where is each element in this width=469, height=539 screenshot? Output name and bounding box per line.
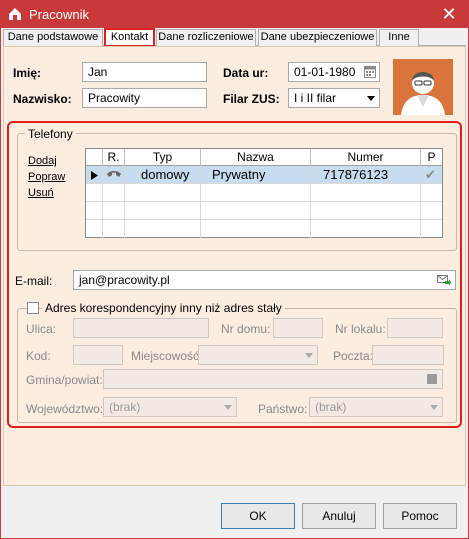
table-row[interactable] <box>86 220 442 238</box>
gmina-field[interactable] <box>103 369 443 389</box>
nazwisko-label: Nazwisko: <box>13 92 72 106</box>
chevron-down-icon <box>305 353 313 358</box>
wojewodztwo-value: (brak) <box>109 400 141 414</box>
tab-inne[interactable]: Inne <box>379 29 419 46</box>
kod-label: Kod: <box>26 349 51 363</box>
avatar <box>393 59 453 115</box>
ulica-field[interactable] <box>73 318 209 338</box>
email-label: E-mail: <box>15 274 53 288</box>
gmina-label: Gmina/powiat: <box>26 373 103 387</box>
table-row[interactable]: domowy Prywatny 717876123 ✔ <box>86 166 442 184</box>
miejscowosc-select[interactable] <box>198 345 318 365</box>
chevron-down-icon <box>430 405 438 410</box>
panstwo-select[interactable]: (brak) <box>309 397 443 417</box>
wojewodztwo-select[interactable]: (brak) <box>103 397 237 417</box>
row-pointer-icon <box>91 171 98 180</box>
col-header-p[interactable]: P <box>421 149 442 166</box>
cell-numer: 717876123 <box>323 167 389 182</box>
column-divider <box>124 166 125 238</box>
table-row[interactable] <box>86 184 442 202</box>
tab-bar: Dane podstawowe Kontakt Dane rozliczenio… <box>3 28 466 47</box>
ulica-label: Ulica: <box>26 322 57 336</box>
panstwo-label: Państwo: <box>258 402 308 416</box>
check-icon: ✔ <box>425 167 436 182</box>
wojewodztwo-label: Województwo: <box>26 402 104 416</box>
calendar-icon[interactable] <box>364 66 376 78</box>
email-value: jan@pracowity.pl <box>79 273 170 287</box>
phone-icon <box>107 171 121 177</box>
kod-field[interactable] <box>73 345 123 365</box>
column-divider <box>420 166 421 238</box>
gmina-button-icon[interactable] <box>427 374 437 384</box>
nr-lokalu-field[interactable] <box>387 318 443 338</box>
imie-label: Imię: <box>13 66 42 80</box>
col-header-nazwa[interactable]: Nazwa <box>201 149 311 166</box>
window: Pracownik ✕ Dane podstawowe Kontakt Dane… <box>0 0 469 539</box>
imie-field[interactable]: Jan <box>82 62 207 82</box>
data-ur-label: Data ur: <box>223 66 269 80</box>
data-ur-field[interactable]: 01-01-1980 <box>288 62 380 82</box>
col-header-r[interactable]: R. <box>103 149 125 166</box>
filar-value: I i II filar <box>294 91 337 105</box>
dodaj-link[interactable]: Dodaj <box>28 155 57 167</box>
data-ur-value: 01-01-1980 <box>294 65 356 79</box>
cell-typ: domowy <box>141 167 190 182</box>
panstwo-value: (brak) <box>315 400 347 414</box>
usun-link[interactable]: Usuń <box>28 187 54 199</box>
ok-button[interactable]: OK <box>221 503 295 529</box>
phones-table[interactable]: R. Typ Nazwa Numer P domowy Prywatny 717… <box>85 148 443 238</box>
col-header-numer[interactable]: Numer <box>311 149 421 166</box>
tab-kontakt[interactable]: Kontakt <box>104 28 155 47</box>
adres-checkbox-label: Adres korespondencyjny inny niż adres st… <box>42 301 285 315</box>
nr-lokalu-label: Nr lokalu: <box>335 322 386 336</box>
cancel-button[interactable]: Anuluj <box>302 503 376 529</box>
tab-dane-rozliczeniowe[interactable]: Dane rozliczeniowe <box>156 29 256 46</box>
nazwisko-field[interactable]: Pracowity <box>82 88 207 108</box>
column-divider <box>200 166 201 238</box>
filar-select[interactable]: I i II filar <box>288 88 380 108</box>
adres-checkbox[interactable] <box>27 302 39 314</box>
poczta-label: Poczta: <box>333 349 374 363</box>
col-header-typ[interactable]: Typ <box>125 149 201 166</box>
chevron-down-icon <box>224 405 232 410</box>
chevron-down-icon <box>367 96 375 101</box>
column-divider <box>310 166 311 238</box>
close-icon[interactable]: ✕ <box>438 4 460 24</box>
window-title: Pracownik <box>29 7 89 22</box>
tab-dane-ubezpieczeniowe[interactable]: Dane ubezpieczeniowe <box>258 29 377 46</box>
nr-domu-label: Nr domu: <box>221 322 271 336</box>
header-indicator <box>86 149 103 166</box>
nr-domu-field[interactable] <box>273 318 323 338</box>
miejscowosc-label: Miejscowość: <box>131 349 203 363</box>
title-bar: Pracownik ✕ <box>1 1 468 28</box>
column-divider <box>102 166 103 238</box>
email-field[interactable]: jan@pracowity.pl <box>73 270 456 290</box>
filar-label: Filar ZUS: <box>223 92 280 106</box>
table-row[interactable] <box>86 202 442 220</box>
telefony-title: Telefony <box>25 127 76 141</box>
send-email-icon[interactable] <box>437 275 451 286</box>
cell-nazwa: Prywatny <box>212 167 266 182</box>
popraw-link[interactable]: Popraw <box>28 171 65 183</box>
app-icon <box>9 8 21 20</box>
tab-dane-podstawowe[interactable]: Dane podstawowe <box>3 29 103 46</box>
help-button[interactable]: Pomoc <box>383 503 457 529</box>
poczta-field[interactable] <box>372 345 444 365</box>
